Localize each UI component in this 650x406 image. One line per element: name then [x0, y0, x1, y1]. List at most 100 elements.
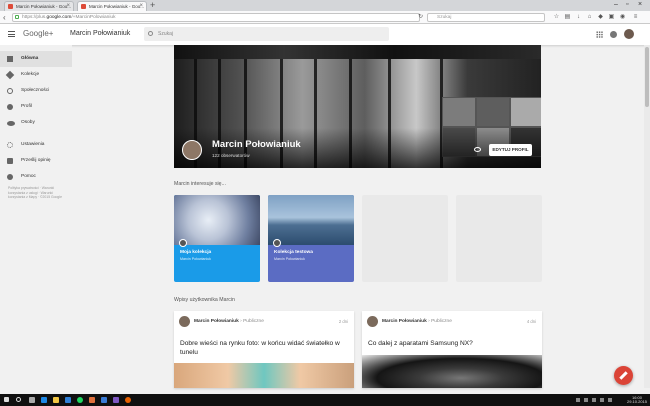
post-author[interactable]: Marcin Połowianiuk › Publiczne — [382, 319, 452, 324]
volume-icon[interactable] — [600, 398, 604, 402]
sidebar-item-settings[interactable]: Ustawienia — [0, 137, 72, 153]
google-plus-favicon-icon — [8, 4, 13, 9]
post-visibility-separator: › — [240, 319, 242, 324]
maximize-icon[interactable]: ▫ — [626, 0, 628, 10]
bookmarks-icon[interactable]: ▤ — [564, 14, 571, 21]
extension-icon[interactable]: ▣ — [608, 14, 615, 21]
post-card[interactable]: Marcin Połowianiuk › Publiczne 4 dni Co … — [362, 311, 542, 388]
profile-avatar[interactable] — [182, 140, 202, 160]
people-icon — [7, 121, 15, 126]
edit-profile-button[interactable]: EDYTUJ PROFIL — [489, 144, 532, 156]
home-browser-icon[interactable]: ⌂ — [586, 14, 593, 21]
edge-icon[interactable] — [41, 397, 47, 403]
browser-tab[interactable]: Marcin Połowianiuk - Goo... × — [4, 1, 74, 11]
browser-tab-active[interactable]: Marcin Połowianiuk - Goo... × — [77, 1, 147, 11]
new-post-button[interactable] — [614, 366, 633, 385]
file-explorer-icon[interactable] — [53, 397, 59, 403]
apps-grid-icon[interactable] — [596, 31, 603, 38]
post-card[interactable]: Marcin Połowianiuk › Publiczne 2 dni Dob… — [174, 311, 354, 388]
sidebar-item-home[interactable]: Główna — [0, 51, 72, 67]
posts-heading: Wpisy użytkownika Marcin — [174, 297, 235, 303]
help-icon — [7, 174, 13, 180]
firefox-icon[interactable] — [125, 397, 131, 403]
collection-title: Kolekcja testowa — [274, 250, 313, 255]
page-scrollbar[interactable] — [644, 45, 650, 388]
post-visibility: Publiczne — [243, 319, 264, 324]
sidebar: Główna Kolekcje Społeczności Profil Osob… — [0, 45, 72, 388]
followers-count[interactable]: 122 obserwatorów — [212, 153, 250, 158]
post-author[interactable]: Marcin Połowianiuk › Publiczne — [194, 319, 264, 324]
post-timestamp[interactable]: 2 dni — [339, 319, 348, 324]
windows-taskbar: 16:00 29.10.2015 — [0, 394, 650, 406]
post-author-name: Marcin Połowianiuk — [194, 319, 239, 324]
collection-placeholder — [456, 195, 542, 282]
google-plus-favicon-icon — [81, 4, 86, 9]
network-icon[interactable] — [592, 398, 596, 402]
browser-search-field[interactable]: Szukaj — [427, 13, 545, 22]
collection-author-avatar — [179, 239, 187, 247]
tray-icon[interactable] — [576, 398, 580, 402]
collection-author: Marcin Połowianiuk — [180, 257, 211, 261]
app-icon[interactable] — [89, 397, 95, 403]
menu-icon[interactable] — [8, 31, 15, 37]
collections-icon — [5, 70, 15, 80]
post-image[interactable] — [174, 363, 354, 388]
browser-menu-icon[interactable]: ≡ — [632, 14, 639, 21]
sidebar-item-collections[interactable]: Kolekcje — [0, 67, 72, 83]
sidebar-item-communities[interactable]: Społeczności — [0, 83, 72, 99]
account-avatar[interactable] — [624, 29, 634, 39]
collection-author: Marcin Połowianiuk — [274, 257, 305, 261]
sidebar-item-label: Ustawienia — [21, 142, 45, 147]
addon-icon[interactable]: ◉ — [619, 14, 626, 21]
taskbar-search-icon[interactable] — [16, 397, 21, 402]
keyboard-icon[interactable] — [608, 398, 612, 402]
store-icon[interactable] — [65, 397, 71, 403]
sidebar-item-help[interactable]: Pomoc — [0, 169, 72, 185]
post-timestamp[interactable]: 4 dni — [527, 319, 536, 324]
notifications-icon[interactable] — [610, 31, 617, 38]
scrollbar-thumb[interactable] — [645, 47, 649, 107]
back-icon[interactable]: ‹ — [3, 13, 6, 22]
new-tab-button[interactable]: + — [150, 0, 155, 11]
sidebar-item-feedback[interactable]: Prześlij opinię — [0, 153, 72, 169]
tray-icon[interactable] — [584, 398, 588, 402]
task-view-icon[interactable] — [29, 397, 35, 403]
reload-icon[interactable]: ↻ — [417, 14, 424, 21]
address-bar[interactable]: https://plus.google.com/+MarcinPolowiani… — [12, 13, 420, 22]
sidebar-item-label: Osoby — [21, 120, 35, 125]
collection-card[interactable]: Moja kolekcja Marcin Połowianiuk — [174, 195, 260, 282]
windows-start-icon[interactable] — [4, 397, 9, 402]
close-tab-icon[interactable]: × — [139, 2, 143, 11]
close-tab-icon[interactable]: × — [66, 2, 70, 11]
spotify-icon[interactable] — [77, 397, 83, 403]
downloads-icon[interactable]: ↓ — [575, 14, 582, 21]
feedback-icon — [7, 158, 13, 164]
app-icon[interactable] — [101, 397, 107, 403]
collection-card[interactable]: Kolekcja testowa Marcin Połowianiuk — [268, 195, 354, 282]
gear-icon — [7, 142, 13, 148]
google-plus-logo[interactable]: Google+ — [23, 29, 53, 38]
app-icon[interactable] — [113, 397, 119, 403]
url-prefix: https://plus. — [22, 15, 47, 20]
post-text: Dobre wieści na rynku foto: w końcu wida… — [180, 340, 340, 356]
sidebar-item-profile[interactable]: Profil — [0, 99, 72, 115]
post-image[interactable] — [362, 355, 542, 388]
minimize-icon[interactable]: – — [614, 0, 618, 10]
sidebar-item-label: Pomoc — [21, 174, 36, 179]
taskbar-clock[interactable]: 16:00 29.10.2015 — [627, 395, 647, 404]
bookmark-star-icon[interactable]: ☆ — [553, 14, 560, 21]
window-close-icon[interactable]: × — [638, 0, 642, 10]
pocket-icon[interactable]: ◆ — [597, 14, 604, 21]
pencil-icon — [619, 371, 628, 380]
sidebar-item-people[interactable]: Osoby — [0, 115, 72, 131]
post-author-avatar[interactable] — [179, 316, 190, 327]
sidebar-footer-links[interactable]: Polityka prywatności · Warunki korzystan… — [8, 186, 66, 200]
collection-cover-image — [268, 195, 354, 245]
view-as-icon[interactable] — [474, 147, 481, 152]
profile-name: Marcin Połowianiuk — [212, 139, 301, 150]
profile-icon — [7, 104, 13, 110]
cover-tile — [510, 97, 541, 127]
search-input[interactable]: Szukaj — [144, 27, 389, 41]
post-visibility-separator: › — [428, 319, 430, 324]
post-author-avatar[interactable] — [367, 316, 378, 327]
